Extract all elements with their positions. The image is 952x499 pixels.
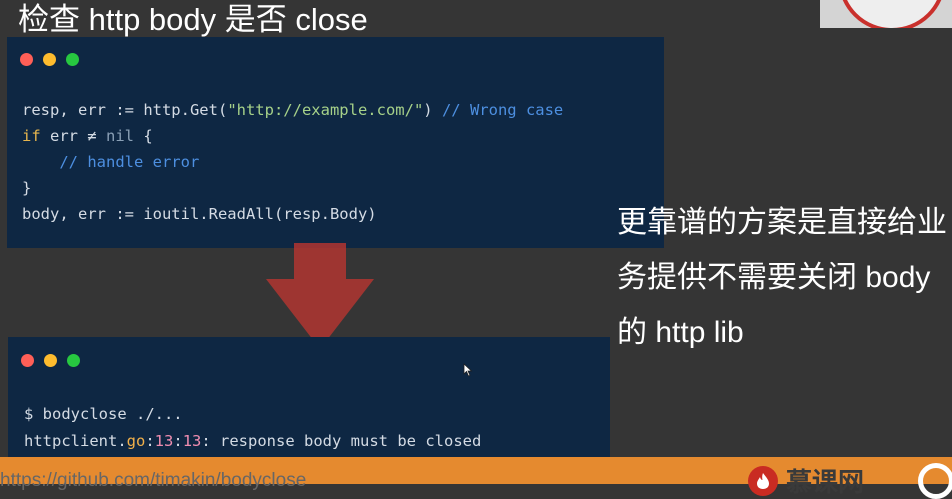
webcam-subject bbox=[838, 0, 946, 28]
window-close-dot bbox=[20, 53, 33, 66]
code-token: $ bodyclose ./... bbox=[24, 405, 183, 423]
code-token: resp, err := http.Get( bbox=[22, 101, 228, 119]
code-token: go bbox=[126, 432, 146, 450]
code-line: resp, err := http.Get("http://example.co… bbox=[22, 101, 563, 119]
down-arrow bbox=[266, 243, 374, 349]
code-token: : bbox=[145, 432, 155, 450]
window-minimize-dot bbox=[43, 53, 56, 66]
side-note: 更靠谱的方案是直接给业务提供不需要关闭 body 的 http lib bbox=[617, 206, 947, 349]
code-token: : bbox=[173, 432, 183, 450]
code-token: err ≠ bbox=[40, 127, 106, 145]
code-token: 13 bbox=[182, 432, 202, 450]
code-line: if err ≠ nil { bbox=[22, 127, 153, 145]
code-token: // Wrong case bbox=[441, 101, 564, 119]
window-controls bbox=[21, 354, 80, 367]
brand-name: 慕课网 bbox=[786, 467, 865, 497]
window-minimize-dot bbox=[44, 354, 57, 367]
code-line: // handle error bbox=[22, 153, 199, 171]
code-token: 13 bbox=[154, 432, 174, 450]
code-line: } bbox=[22, 179, 31, 197]
code-token: ) bbox=[423, 101, 442, 119]
brand-logo: 慕课网 bbox=[748, 462, 864, 499]
code-token: httpclient. bbox=[24, 432, 127, 450]
window-maximize-dot bbox=[66, 53, 79, 66]
code-token: } bbox=[22, 179, 32, 197]
code-token: "http://example.com/" bbox=[227, 101, 424, 119]
mouse-cursor-icon bbox=[463, 363, 473, 377]
code-line: $ bodyclose ./... bbox=[24, 405, 183, 423]
code-token: // handle error bbox=[59, 153, 200, 171]
window-maximize-dot bbox=[67, 354, 80, 367]
webcam-overlay bbox=[820, 0, 952, 28]
code-line: body, err := ioutil.ReadAll(resp.Body) bbox=[22, 205, 377, 223]
code-line: httpclient.go:13:13: response body must … bbox=[24, 432, 481, 450]
window-controls bbox=[20, 53, 79, 66]
code-token: : response body must be closed bbox=[201, 432, 482, 450]
code-block: resp, err := http.Get("http://example.co… bbox=[22, 97, 563, 227]
repo-url-link[interactable]: https://github.com/timakin/bodyclose bbox=[0, 470, 306, 492]
slide-title: 检查 http body 是否 close bbox=[18, 2, 368, 37]
terminal-output: $ bodyclose ./... httpclient.go:13:13: r… bbox=[24, 401, 481, 455]
brand-logo-icon bbox=[748, 465, 778, 496]
window-close-dot bbox=[21, 354, 34, 367]
code-token: nil bbox=[106, 127, 134, 145]
code-window-terminal: $ bodyclose ./... httpclient.go:13:13: r… bbox=[8, 337, 610, 474]
corner-circle-icon bbox=[918, 463, 952, 499]
code-token: if bbox=[22, 127, 41, 145]
code-token: { bbox=[134, 127, 153, 145]
code-window-http-get: resp, err := http.Get("http://example.co… bbox=[7, 37, 664, 248]
code-token: body, err := ioutil.ReadAll(resp.Body) bbox=[22, 205, 377, 223]
